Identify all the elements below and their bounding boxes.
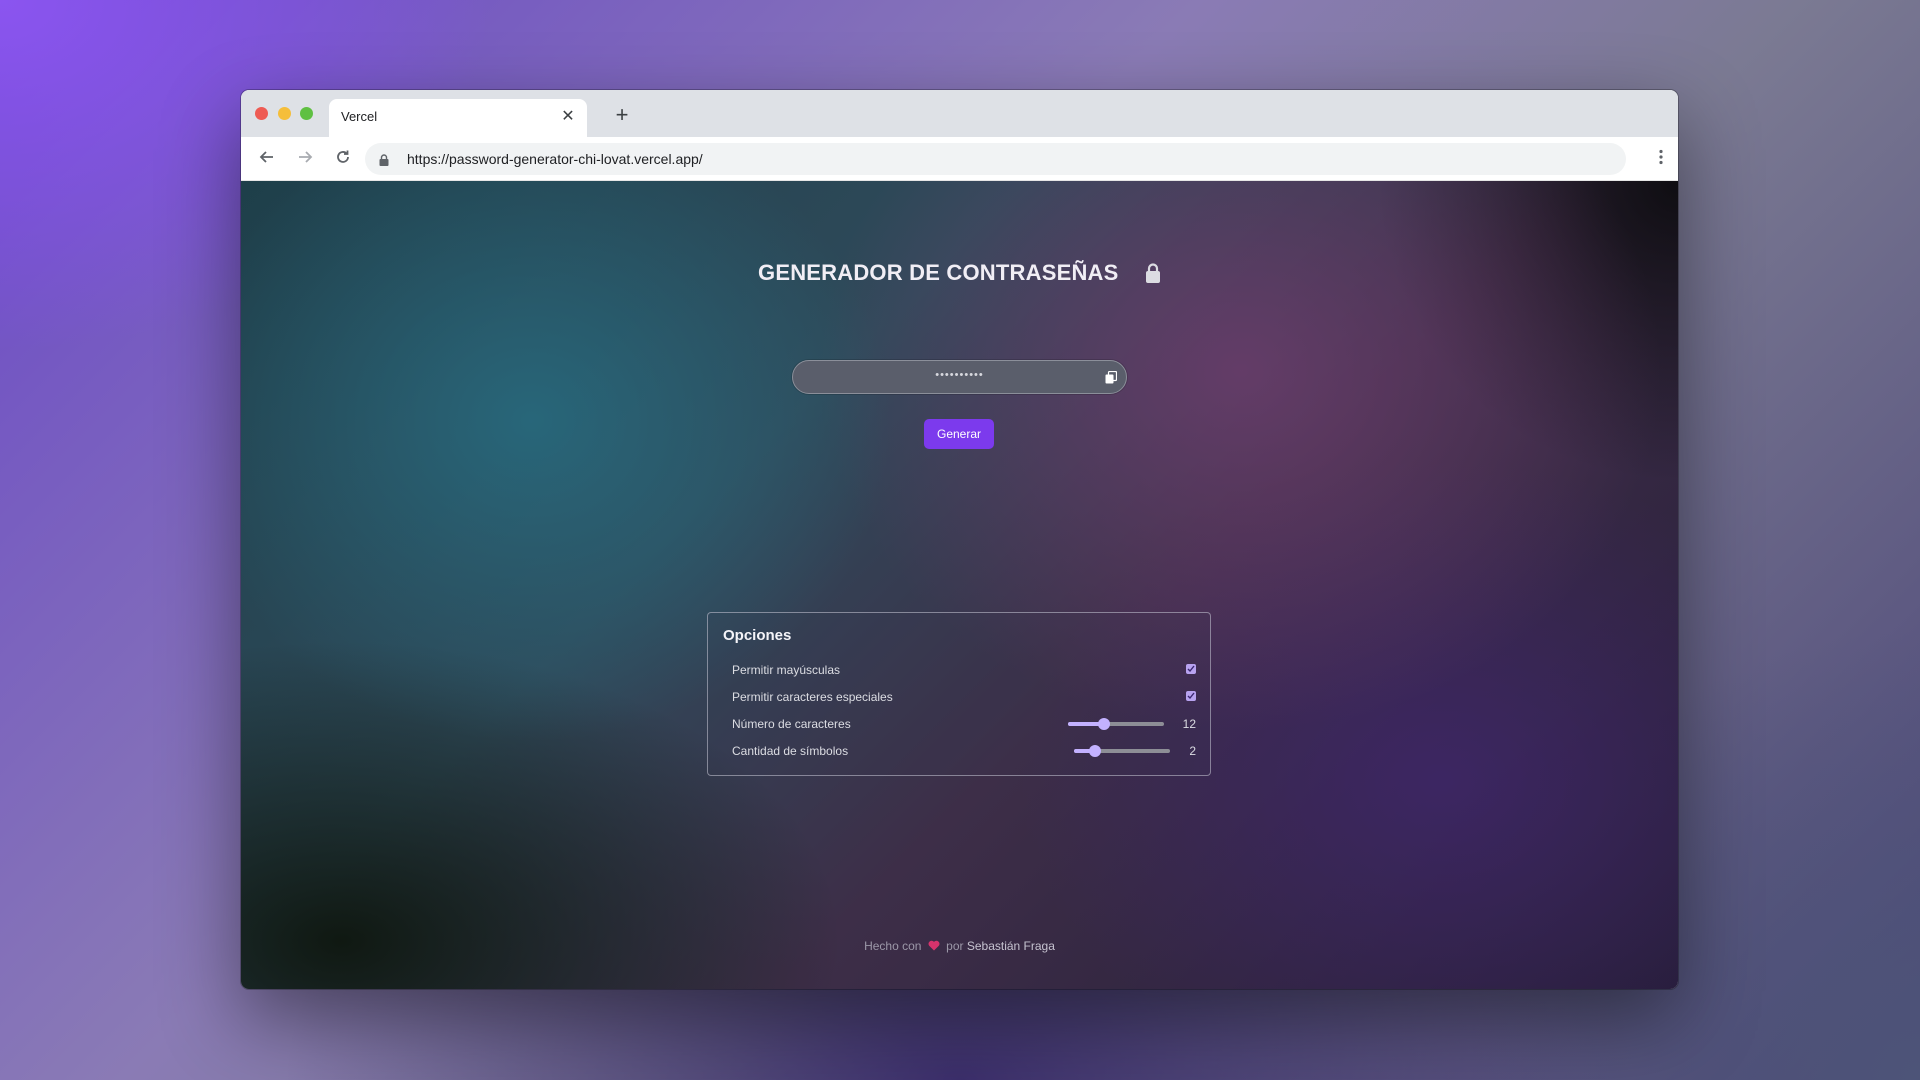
- footer: Hecho con por Sebastián Fraga: [241, 939, 1678, 953]
- maximize-window-button[interactable]: [300, 107, 313, 120]
- footer-made-with: Hecho con: [864, 939, 922, 953]
- footer-by: por: [946, 939, 964, 953]
- tab-close-icon[interactable]: ✕: [559, 107, 577, 127]
- options-panel: Opciones Permitir mayúsculas Permitir ca…: [707, 612, 1211, 776]
- new-tab-button[interactable]: +: [610, 104, 634, 128]
- tab-title: Vercel: [341, 109, 378, 124]
- page-viewport: GENERADOR DE CONTRASEÑAS •••••••••• Gene…: [241, 181, 1678, 989]
- back-icon[interactable]: [255, 147, 279, 171]
- option-length: Número de caracteres 12: [732, 714, 1196, 734]
- options-title: Opciones: [723, 627, 792, 644]
- lock-icon: [379, 153, 389, 166]
- browser-window: Vercel ✕ + https://password-generator-ch…: [241, 90, 1678, 989]
- footer-author[interactable]: Sebastián Fraga: [967, 939, 1055, 953]
- password-output[interactable]: ••••••••••: [792, 360, 1127, 394]
- page-title: GENERADOR DE CONTRASEÑAS: [758, 260, 1119, 285]
- reload-icon[interactable]: [331, 147, 355, 171]
- special-characters-checkbox[interactable]: [1186, 691, 1196, 701]
- close-window-button[interactable]: [255, 107, 268, 120]
- page-header: GENERADOR DE CONTRASEÑAS: [241, 260, 1678, 286]
- symbols-label: Cantidad de símbolos: [732, 744, 849, 758]
- symbols-slider[interactable]: [1074, 745, 1170, 757]
- option-uppercase: Permitir mayúsculas: [732, 660, 1196, 680]
- copy-icon[interactable]: [1105, 370, 1118, 384]
- menu-icon[interactable]: [1658, 147, 1664, 171]
- uppercase-checkbox[interactable]: [1186, 664, 1196, 674]
- option-special-characters: Permitir caracteres especiales: [732, 687, 1196, 707]
- tab-vercel[interactable]: Vercel ✕: [329, 99, 587, 137]
- uppercase-label: Permitir mayúsculas: [732, 663, 841, 677]
- symbols-slider-thumb[interactable]: [1089, 745, 1102, 757]
- heart-icon: [928, 940, 940, 951]
- length-value: 12: [1182, 717, 1196, 731]
- symbols-value: 2: [1189, 744, 1196, 758]
- generate-button[interactable]: Generar: [924, 419, 994, 449]
- address-bar[interactable]: https://password-generator-chi-lovat.ver…: [365, 143, 1626, 175]
- browser-toolbar: https://password-generator-chi-lovat.ver…: [241, 137, 1678, 181]
- special-characters-label: Permitir caracteres especiales: [732, 690, 893, 704]
- password-value: ••••••••••: [935, 369, 984, 381]
- option-symbols: Cantidad de símbolos 2: [732, 741, 1196, 761]
- lock-icon: [1145, 263, 1161, 283]
- minimize-window-button[interactable]: [278, 107, 291, 120]
- forward-icon[interactable]: [293, 147, 317, 171]
- length-slider[interactable]: [1068, 718, 1164, 730]
- url-text[interactable]: https://password-generator-chi-lovat.ver…: [407, 151, 703, 167]
- tab-strip: Vercel ✕ +: [241, 90, 1678, 137]
- length-label: Número de caracteres: [732, 717, 851, 731]
- length-slider-thumb[interactable]: [1098, 718, 1111, 730]
